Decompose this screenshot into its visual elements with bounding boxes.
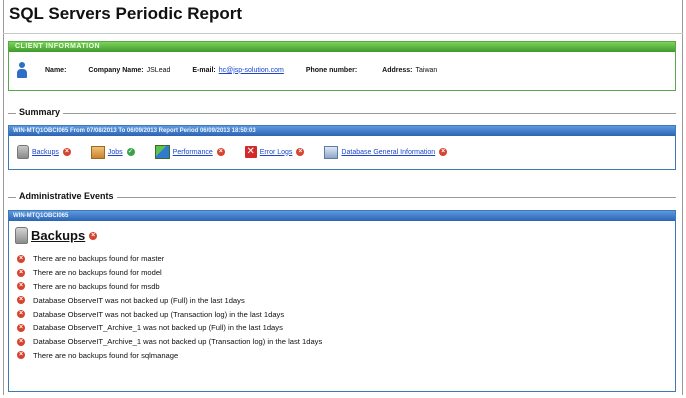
client-address: Address: Taiwan (382, 67, 437, 74)
backup-events-list: × There are no backups found for master ×… (17, 252, 675, 362)
email-link[interactable]: hc@jsp-solution.com (219, 67, 284, 74)
list-item: × There are no backups found for msdb (17, 280, 675, 294)
list-item: × There are no backups found for model (17, 266, 675, 280)
list-item: × There are no backups found for master (17, 252, 675, 266)
performance-link[interactable]: Performance (173, 149, 213, 156)
list-item: × Database ObserveIT_Archive_1 was not ba… (17, 321, 675, 335)
jobs-icon (90, 145, 105, 159)
error-status-icon: × (17, 268, 25, 277)
event-text: Database ObserveIT_Archive_1 was not bac… (33, 337, 323, 347)
error-status-icon: × (17, 323, 25, 332)
backups-section-title[interactable]: Backups (31, 228, 85, 243)
db-general-info-link[interactable]: Database General Information (341, 149, 435, 156)
ok-status-icon: ✓ (126, 148, 135, 156)
admin-legend: Administrative Events (16, 191, 117, 201)
event-text: Database ObserveIT_Archive_1 was not bac… (33, 323, 283, 333)
summary-items: Backups × Jobs ✓ Performance × ✕ Error L… (9, 136, 675, 168)
client-info-header: CLIENT INFORMATION (9, 42, 675, 52)
event-text: There are no backups found for master (33, 254, 165, 264)
list-item: × Database ObserveIT was not backed up (T… (17, 307, 675, 321)
summary-legend: Summary (16, 107, 64, 117)
summary-item-backups[interactable]: Backups × (17, 145, 71, 159)
summary-header: WIN-MTQ1OBCI065 From 07/08/2013 To 06/09… (9, 126, 675, 136)
address-value: Taiwan (415, 66, 438, 74)
name-label: Name: (45, 66, 67, 74)
event-text: Database ObserveIT was not backed up (Tr… (33, 309, 285, 319)
backups-section-header: Backups × (15, 227, 675, 244)
event-text: There are no backups found for model (33, 268, 162, 278)
error-status-icon: × (17, 282, 25, 291)
summary-item-db-general[interactable]: Database General Information × (324, 145, 448, 159)
error-status-icon: × (216, 148, 225, 156)
summary-legend-rule (8, 113, 676, 114)
client-name: Name: (45, 67, 66, 74)
summary-item-jobs[interactable]: Jobs ✓ (90, 145, 135, 159)
error-status-icon: × (17, 296, 25, 305)
event-text: There are no backups found for sqlmanage (33, 350, 179, 360)
event-text: Database ObserveIT was not backed up (Fu… (33, 295, 245, 305)
client-email: E-mail: hc@jsp-solution.com (192, 67, 283, 74)
error-status-icon: × (62, 148, 71, 156)
list-item: × Database ObserveIT was not backed up (F… (17, 293, 675, 307)
person-icon (17, 62, 27, 78)
summary-item-performance[interactable]: Performance × (154, 145, 225, 159)
jobs-link[interactable]: Jobs (108, 149, 123, 156)
page-title: SQL Servers Periodic Report (9, 4, 243, 23)
client-info-panel: CLIENT INFORMATION Name: Company Name: JS… (8, 41, 676, 91)
list-item: × Database ObserveIT_Archive_1 was not ba… (17, 335, 675, 349)
error-logs-link[interactable]: Error Logs (260, 149, 293, 156)
error-status-icon: × (296, 148, 305, 156)
list-item: × There are no backups found for sqlmanag… (17, 349, 675, 363)
error-status-icon: × (17, 351, 25, 360)
summary-panel: WIN-MTQ1OBCI065 From 07/08/2013 To 06/09… (8, 125, 676, 170)
performance-icon (154, 145, 170, 159)
error-status-icon: × (89, 231, 98, 240)
company-label: Company Name: (88, 66, 144, 74)
admin-header: WIN-MTQ1OBCI065 (9, 211, 675, 221)
email-label: E-mail: (192, 66, 216, 74)
database-icon (15, 227, 28, 244)
admin-events-panel: WIN-MTQ1OBCI065 Backups × × There are no … (8, 210, 676, 392)
company-value: JSLead (146, 66, 171, 74)
address-label: Address: (382, 66, 413, 74)
database-icon (17, 145, 29, 159)
error-status-icon: × (439, 148, 448, 156)
event-text: There are no backups found for msdb (33, 281, 160, 291)
client-company: Company Name: JSLead (88, 67, 170, 74)
summary-item-error-logs[interactable]: ✕ Error Logs × (244, 146, 305, 158)
client-info-row: Name: Company Name: JSLead E-mail: hc@jsp-… (9, 52, 675, 88)
client-phone: Phone number: (306, 67, 360, 74)
error-icon: ✕ (244, 146, 257, 158)
error-status-icon: × (17, 310, 25, 319)
phone-label: Phone number: (305, 66, 358, 74)
server-icon (324, 145, 339, 159)
backups-link[interactable]: Backups (32, 149, 59, 156)
error-status-icon: × (17, 337, 25, 346)
error-status-icon: × (17, 254, 25, 263)
title-divider (3, 33, 683, 34)
